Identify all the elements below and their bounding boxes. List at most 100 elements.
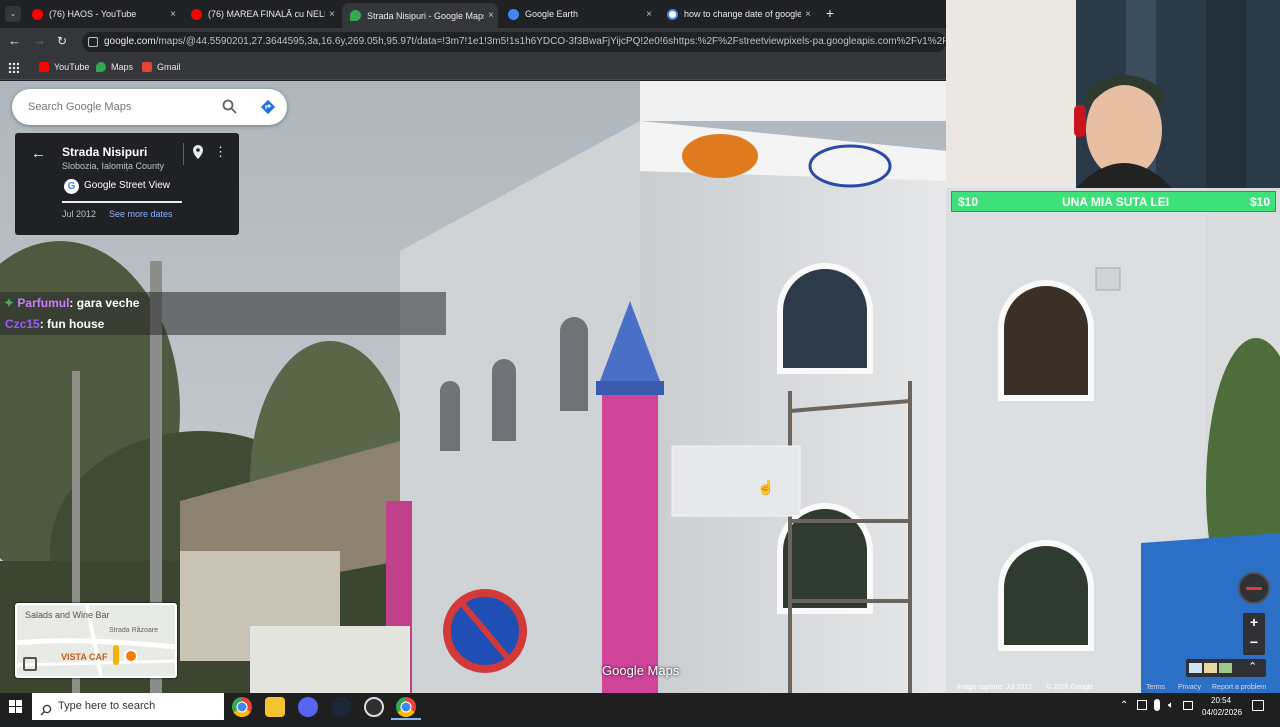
street-view-info-card: ← Strada Nisipuri Slobozia, Ialomița Cou… <box>15 133 239 235</box>
webcam-image <box>946 0 1280 188</box>
browser-tab[interactable]: (76) MAREA FINALĂ cu NELI TH × <box>183 3 339 25</box>
street-view-panorama-right[interactable] <box>946 188 1280 693</box>
close-tab-icon[interactable]: × <box>325 9 339 20</box>
tray-chevron-icon[interactable]: ⌃ <box>1120 700 1128 711</box>
thumbnail-strip[interactable]: ⌃ <box>1186 659 1266 677</box>
mouse-cursor-icon: ☝ <box>757 479 775 495</box>
bookmark-youtube[interactable]: YouTube <box>39 62 89 72</box>
divider <box>62 201 182 203</box>
steam-icon[interactable] <box>331 697 351 717</box>
network-icon[interactable] <box>1137 700 1147 710</box>
clock-date[interactable]: 04/02/2026 <box>1202 708 1242 717</box>
thumbnail[interactable] <box>1219 663 1232 673</box>
close-tab-icon[interactable]: × <box>801 9 815 20</box>
clock-time[interactable]: 20:54 <box>1211 696 1231 705</box>
chat-text: : fun house <box>39 317 105 331</box>
close-tab-icon[interactable]: × <box>642 9 656 20</box>
compass-control[interactable] <box>1238 572 1270 604</box>
zoom-out-button[interactable]: − <box>1243 634 1265 650</box>
capture-date: Jul 2012 <box>62 209 97 219</box>
back-icon[interactable]: ← <box>8 34 22 48</box>
chrome-taskbar-icon[interactable] <box>232 697 252 717</box>
browser-tab[interactable]: Google Earth × <box>500 3 656 25</box>
bookmarks-bar: YouTube Maps Gmail <box>0 56 946 80</box>
browser-tab[interactable]: how to change date of google × <box>659 3 815 25</box>
gmail-icon <box>142 62 152 72</box>
source-label: Google Street View <box>84 180 170 191</box>
donation-message: UNA MIA SUTA LEI <box>1062 195 1170 209</box>
google-maps-icon <box>350 10 361 21</box>
compass-needle-icon <box>1246 587 1262 590</box>
chrome-active-taskbar-icon[interactable] <box>396 697 416 717</box>
windows-taskbar: Type here to search ⌃ 🔈︎ 20:54 04/02/202… <box>0 693 1280 720</box>
apps-grid-icon[interactable] <box>8 62 19 73</box>
chat-username: Czc15 <box>5 317 40 331</box>
search-icon <box>40 700 52 716</box>
zoom-controls: + − <box>1243 613 1265 655</box>
search-input[interactable] <box>28 98 208 116</box>
site-settings-icon[interactable] <box>88 37 98 47</box>
new-tab-button[interactable]: + <box>822 5 838 21</box>
obs-icon[interactable] <box>364 697 384 717</box>
notifications-icon[interactable] <box>1252 700 1264 711</box>
browser-toolbar: ← → ↻ google.com/maps/@44.5590201,27.364… <box>0 28 946 56</box>
donation-amount-left: $10 <box>958 195 979 209</box>
more-options-icon[interactable]: ⋮ <box>214 144 227 160</box>
browser-tab-bar: ⌄ (76) HAOS - YouTube × (76) MAREA FINAL… <box>0 0 946 28</box>
bookmark-gmail[interactable]: Gmail <box>142 62 181 72</box>
copyright: © 2026 Google <box>1046 684 1094 691</box>
youtube-icon <box>39 62 49 72</box>
minimap[interactable]: Salads and Wine Bar Strada Răzoare VISTA… <box>15 603 177 678</box>
location-pin-icon[interactable] <box>192 145 204 159</box>
minimap-place-pin-icon <box>124 649 138 663</box>
street-view-image-right <box>946 188 1280 693</box>
streamer-webcam <box>946 0 1280 188</box>
display-icon[interactable] <box>1183 701 1193 710</box>
close-tab-icon[interactable]: × <box>484 10 498 21</box>
thumbnail[interactable] <box>1204 663 1217 673</box>
minimap-street: Strada Răzoare <box>109 627 159 634</box>
expand-icon[interactable]: ⌃ <box>1248 660 1257 673</box>
zoom-in-button[interactable]: + <box>1243 614 1265 630</box>
bookmark-maps[interactable]: Maps <box>96 62 133 72</box>
browser-tab[interactable]: (76) HAOS - YouTube × <box>24 3 180 25</box>
microphone-icon[interactable] <box>1154 699 1160 711</box>
see-more-dates-link[interactable]: See more dates <box>109 209 173 219</box>
address-bar[interactable]: google.com/maps/@44.5590201,27.3644595,3… <box>82 32 946 52</box>
stream-chat-overlay: ✦ Parfumul: gara veche Czc15: fun house <box>0 292 446 335</box>
file-explorer-icon[interactable] <box>265 697 285 717</box>
terms-link[interactable]: Terms <box>1146 684 1165 691</box>
reload-icon[interactable]: ↻ <box>57 34 71 48</box>
youtube-icon <box>32 8 43 20</box>
tab-search-chevron-icon[interactable]: ⌄ <box>5 6 21 22</box>
minimap-label: Salads and Wine Bar <box>25 610 110 620</box>
chat-badge-icon: ✦ <box>4 296 15 310</box>
youtube-icon <box>191 8 202 20</box>
google-icon <box>667 8 678 20</box>
place-subtitle: Slobozia, Ialomița County <box>62 161 165 171</box>
windows-start-icon[interactable] <box>9 700 22 713</box>
thumbnail[interactable] <box>1189 663 1202 673</box>
street-view-watermark: Google Maps <box>602 663 680 678</box>
chat-text: : gara veche <box>69 296 140 310</box>
directions-icon[interactable] <box>260 99 276 115</box>
url-host: google.com <box>104 36 156 47</box>
privacy-link[interactable]: Privacy <box>1178 684 1201 691</box>
discord-icon[interactable] <box>298 697 318 717</box>
search-icon[interactable] <box>222 99 237 114</box>
minimap-place: VISTA CAF <box>61 652 108 662</box>
url-path: /maps/@44.5590201,27.3644595,3a,16.6y,26… <box>155 36 946 47</box>
donation-amount-right: $10 <box>1250 195 1271 209</box>
report-problem-link[interactable]: Report a problem <box>1212 684 1266 691</box>
taskbar-search-input[interactable]: Type here to search <box>32 693 224 720</box>
back-arrow-icon[interactable]: ← <box>31 145 46 162</box>
donation-banner: $10 UNA MIA SUTA LEI $10 <box>951 191 1276 212</box>
volume-icon[interactable]: 🔈︎ <box>1168 700 1174 711</box>
forward-icon[interactable]: → <box>33 34 47 48</box>
expand-map-icon[interactable] <box>23 657 37 671</box>
browser-tab-active[interactable]: Strada Nisipuri - Google Maps × <box>342 3 498 28</box>
close-tab-icon[interactable]: × <box>166 9 180 20</box>
google-logo-icon: G <box>64 179 79 194</box>
country-link[interactable]: Romania <box>1106 684 1134 691</box>
maps-search-box[interactable] <box>12 89 287 125</box>
